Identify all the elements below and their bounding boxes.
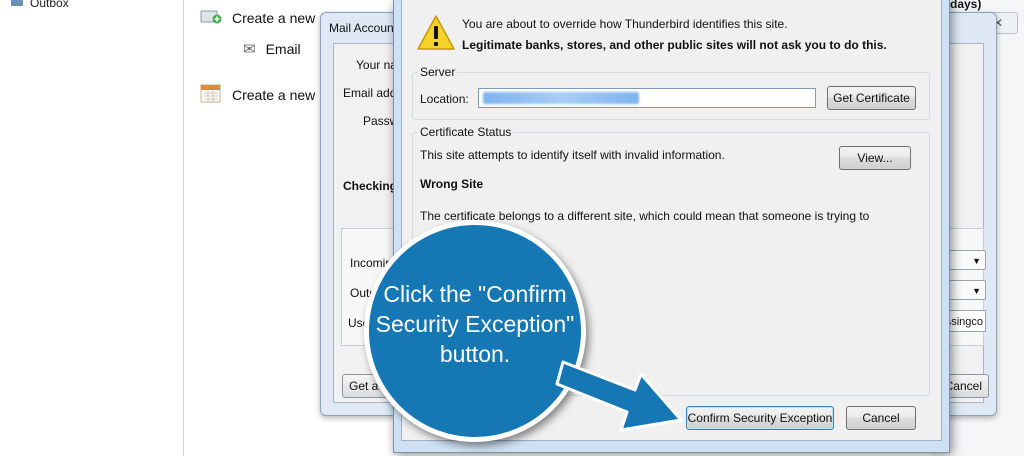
get-certificate-button[interactable]: Get Certificate (827, 86, 916, 110)
instruction-callout: Click the "Confirm Security Exception" b… (364, 220, 586, 442)
create-calendar-row[interactable]: Create a new (200, 83, 315, 106)
dropdown-arrow-icon: ▼ (972, 286, 981, 296)
window-title: Mail Account (329, 21, 398, 35)
email-row[interactable]: ✉ Email (243, 40, 301, 58)
warning-message-bold: Legitimate banks, stores, and other publ… (462, 38, 887, 52)
sidebar-item-outbox[interactable]: Outbox (10, 0, 69, 11)
callout-text: Click the "Confirm Security Exception" b… (375, 281, 575, 367)
view-button[interactable]: View... (839, 146, 911, 170)
create-row-label: Create a new (232, 86, 316, 103)
name-label: Your na (356, 58, 397, 72)
warning-icon (416, 14, 456, 52)
server-legend: Server (418, 65, 458, 79)
dropdown-arrow-icon: ▼ (972, 256, 981, 266)
sidebar-item-label: Outbox (30, 0, 69, 10)
folder-sidebar: Outbox (0, 0, 184, 456)
pointer-arrow-icon (555, 360, 683, 432)
calendar-icon (200, 83, 222, 106)
cancel-dialog-button[interactable]: Cancel (846, 406, 916, 430)
blurred-url (483, 92, 639, 104)
certificate-status-legend: Certificate Status (418, 125, 514, 139)
location-input[interactable] (478, 88, 816, 108)
confirm-security-exception-button[interactable]: Confirm Security Exception (686, 406, 834, 430)
wrong-site-heading: Wrong Site (420, 177, 484, 191)
create-row-label: Create a new (232, 9, 316, 26)
warning-message: You are about to override how Thunderbir… (462, 17, 788, 31)
envelope-icon: ✉ (243, 41, 256, 58)
email-label: Email (265, 41, 301, 57)
add-account-icon (200, 7, 222, 28)
location-label: Location: (420, 92, 469, 106)
status-message: This site attempts to identify itself wi… (420, 148, 725, 162)
create-account-row[interactable]: Create a new (200, 7, 315, 28)
email-address-label: Email addi (343, 86, 400, 100)
outbox-icon (10, 0, 24, 11)
checking-status: Checking (343, 179, 398, 193)
